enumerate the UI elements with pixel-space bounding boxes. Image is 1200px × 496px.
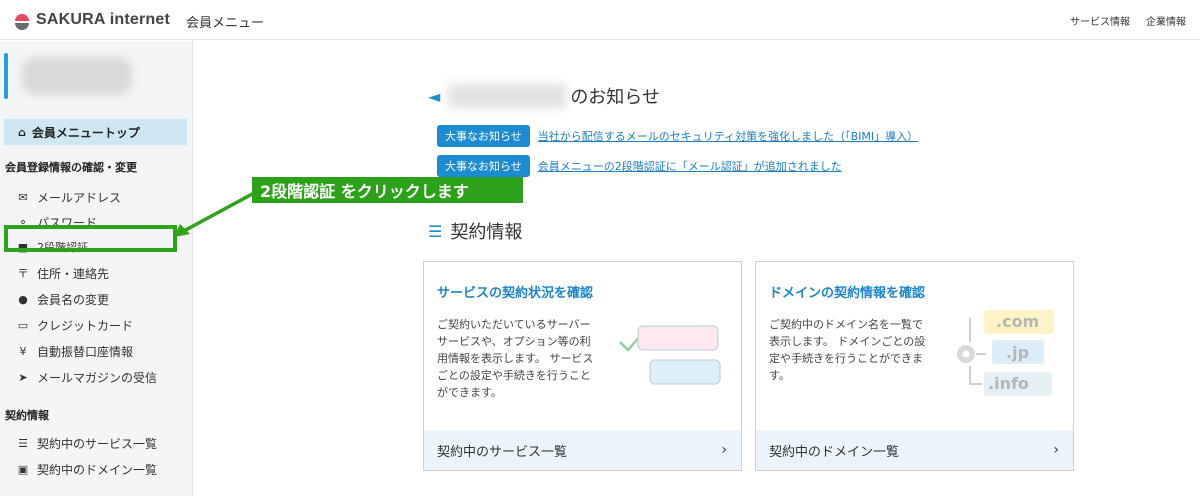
- sidebar-item-credit-card[interactable]: ▭ クレジットカード: [16, 316, 133, 334]
- sidebar-item-label: 契約中のドメイン一覧: [37, 462, 158, 477]
- user-accent-bar: [4, 53, 8, 99]
- important-badge: 大事なお知らせ: [437, 125, 530, 147]
- sidebar-item-address[interactable]: 〒 住所・連絡先: [16, 264, 110, 282]
- desc-line: 用情報を表示します。 サービス: [437, 352, 594, 365]
- top-header: SAKURA internet 会員メニュー サービス情報 企業情報: [0, 0, 1200, 40]
- contract-title-text: 契約情報: [450, 222, 523, 243]
- news-item: 大事なお知らせ 当社から配信するメールのセキュリティ対策を強化しました（「BIM…: [437, 125, 918, 147]
- two-factor-highlight-frame: [4, 225, 177, 252]
- news-link[interactable]: 会員メニューの2段階認証に「メール認証」が追加されました: [538, 158, 842, 174]
- sidebar-item-label: 住所・連絡先: [37, 266, 110, 281]
- user-info: [4, 53, 188, 101]
- sidebar-item-label: 契約中のサービス一覧: [37, 436, 158, 451]
- news-item: 大事なお知らせ 会員メニューの2段階認証に「メール認証」が追加されました: [437, 155, 842, 177]
- service-list-illustration: [619, 325, 721, 385]
- sidebar-item-label: 会員メニュートップ: [31, 125, 140, 140]
- service-list-link[interactable]: 契約中のサービス一覧 ›: [424, 430, 741, 470]
- sidebar-item-newsletter[interactable]: ➤ メールマガジンの受信: [16, 368, 157, 386]
- sidebar-item-email[interactable]: ✉ メールアドレス: [16, 188, 121, 206]
- sidebar: ⌂ 会員メニュートップ 会員登録情報の確認・変更 ✉ メールアドレス ⚬ パスワ…: [0, 41, 193, 496]
- domain-label-jp: .jp: [1006, 343, 1030, 362]
- header-links: サービス情報 企業情報: [1070, 13, 1186, 28]
- news-link[interactable]: 当社から配信するメールのセキュリティ対策を強化しました（「BIMI」導入）: [538, 128, 918, 144]
- company-info-link[interactable]: 企業情報: [1146, 13, 1186, 28]
- desc-line: す。: [769, 369, 790, 382]
- instruction-callout: 2段階認証 をクリックします: [252, 177, 523, 203]
- sidebar-item-label: クレジットカード: [37, 318, 134, 333]
- desc-line: サービスや、オプション等の利: [437, 335, 591, 348]
- chevron-right-icon: ›: [1053, 442, 1059, 458]
- sidebar-item-domains[interactable]: ▣ 契約中のドメイン一覧: [16, 460, 157, 478]
- card-description: ご契約中のドメイン名を一覧で 表示します。 ドメインごとの設 定や手続きを行うこ…: [769, 316, 925, 384]
- megaphone-icon: ◄: [428, 86, 441, 106]
- window-icon: ▣: [17, 462, 29, 476]
- brand-name: SAKURA internet: [36, 11, 170, 28]
- domain-list-link[interactable]: 契約中のドメイン一覧 ›: [756, 430, 1073, 470]
- sidebar-item-bank-account[interactable]: ¥ 自動振替口座情報: [16, 342, 134, 360]
- header-subtitle: 会員メニュー: [186, 16, 265, 31]
- service-info-link[interactable]: サービス情報: [1070, 13, 1130, 28]
- credit-card-icon: ▭: [17, 318, 29, 332]
- callout-arrow: [174, 190, 257, 237]
- desc-line: 定や手続きを行うことができま: [769, 352, 923, 365]
- desc-line: 表示します。 ドメインごとの設: [769, 335, 926, 348]
- sidebar-item-label: 自動振替口座情報: [37, 344, 134, 359]
- news-title-suffix: のお知らせ: [570, 87, 660, 108]
- envelope-icon: ✉: [18, 190, 28, 204]
- paper-plane-icon: ➤: [18, 370, 28, 384]
- blurred-title-text: [448, 84, 567, 108]
- chevron-right-icon: ›: [721, 442, 727, 458]
- sidebar-item-services[interactable]: ☰ 契約中のサービス一覧: [16, 434, 157, 452]
- card-heading: サービスの契約状況を確認: [437, 286, 594, 301]
- sidebar-item-label: メールアドレス: [37, 190, 122, 205]
- desc-line: ができます。: [437, 386, 502, 399]
- sidebar-item-label: 会員名の変更: [37, 292, 110, 307]
- desc-line: ごとの設定や手続きを行うこと: [437, 369, 591, 382]
- desc-line: ご契約いただいているサーバー: [437, 318, 591, 331]
- sidebar-item-label: メールマガジンの受信: [37, 370, 158, 385]
- section-title-contract: 契約情報: [5, 409, 49, 422]
- sakura-logo-icon: [15, 14, 29, 30]
- contract-section-title: ☰ 契約情報: [428, 218, 522, 244]
- sidebar-item-member-name[interactable]: ● 会員名の変更: [16, 290, 109, 308]
- domain-contract-card[interactable]: ドメインの契約情報を確認 ご契約中のドメイン名を一覧で 表示します。 ドメインご…: [755, 261, 1074, 471]
- blurred-user-name: [22, 57, 132, 95]
- desc-line: ご契約中のドメイン名を一覧で: [769, 318, 923, 331]
- important-badge: 大事なお知らせ: [437, 155, 530, 177]
- domain-label-com: .com: [996, 312, 1040, 331]
- card-heading: ドメインの契約情報を確認: [769, 286, 926, 301]
- home-icon: ⌂: [18, 125, 26, 139]
- server-icon: ☰: [18, 436, 28, 450]
- card-description: ご契約いただいているサーバー サービスや、オプション等の利 用情報を表示します。…: [437, 316, 593, 401]
- yen-icon: ¥: [19, 344, 27, 358]
- service-contract-card[interactable]: サービスの契約状況を確認 ご契約いただいているサーバー サービスや、オプション等…: [423, 261, 742, 471]
- user-icon: ●: [18, 292, 28, 306]
- card-footer-label: 契約中のサービス一覧: [437, 444, 568, 460]
- server-icon: ☰: [428, 221, 443, 241]
- card-footer-label: 契約中のドメイン一覧: [769, 444, 900, 460]
- postal-icon: 〒: [17, 267, 29, 280]
- sakura-logo[interactable]: SAKURA internet: [12, 9, 170, 31]
- sidebar-item-member-top[interactable]: ⌂ 会員メニュートップ: [4, 119, 187, 145]
- section-title-member-info: 会員登録情報の確認・変更: [5, 161, 137, 174]
- domain-label-info: .info: [988, 374, 1029, 393]
- news-section-title: ◄ のお知らせ: [428, 84, 660, 108]
